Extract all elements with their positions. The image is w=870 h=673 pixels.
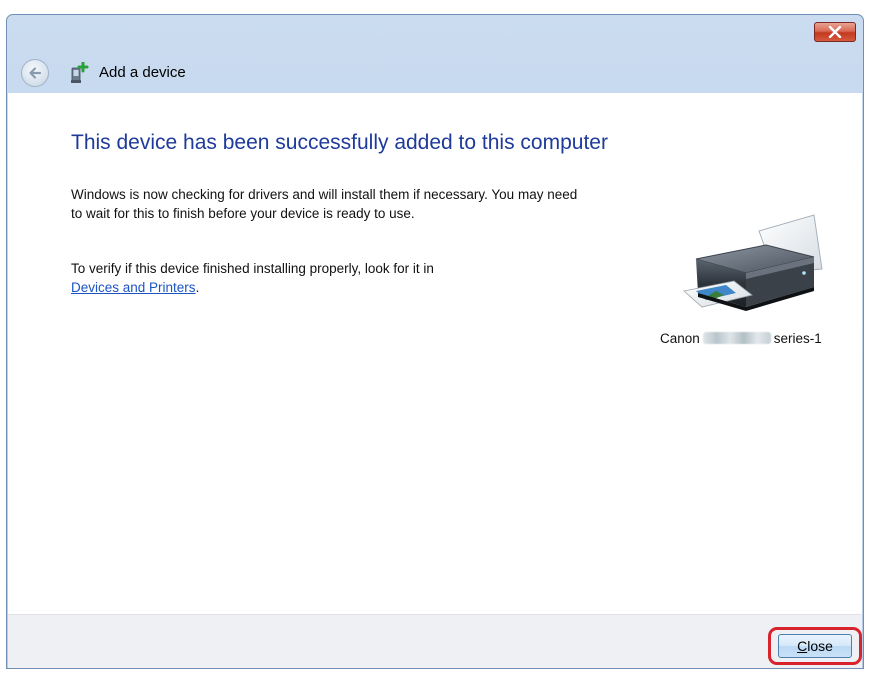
device-name-prefix: Canon — [660, 331, 700, 346]
back-button[interactable] — [21, 59, 49, 87]
back-arrow-icon — [29, 67, 42, 79]
close-button-label-rest: lose — [807, 638, 833, 654]
close-button-mnemonic: C — [797, 638, 808, 654]
driver-check-text: Windows is now checking for drivers and … — [71, 187, 578, 221]
add-device-window: Add a device This device has been succes… — [6, 14, 864, 669]
window-close-button[interactable] — [814, 22, 856, 42]
verify-text: To verify if this device finished instal… — [71, 259, 591, 297]
verify-text-body: To verify if this device finished instal… — [71, 261, 434, 276]
content-area: This device has been successfully added … — [8, 93, 862, 614]
printer-icon — [683, 214, 823, 311]
success-heading: This device has been successfully added … — [71, 131, 608, 154]
window-title: Add a device — [99, 64, 186, 81]
close-button-highlight: Close — [768, 627, 862, 665]
navigation-bar: Add a device — [7, 53, 863, 93]
devices-and-printers-link[interactable]: Devices and Printers — [71, 280, 196, 295]
device-name: Canon series-1 — [660, 331, 822, 346]
add-device-icon — [71, 62, 89, 83]
close-icon — [828, 26, 842, 38]
verify-text-period: . — [195, 280, 200, 295]
device-name-suffix: series-1 — [773, 331, 822, 346]
redacted-model-number — [702, 332, 771, 344]
button-bar: Close — [8, 614, 862, 668]
close-button[interactable]: Close — [778, 634, 852, 658]
